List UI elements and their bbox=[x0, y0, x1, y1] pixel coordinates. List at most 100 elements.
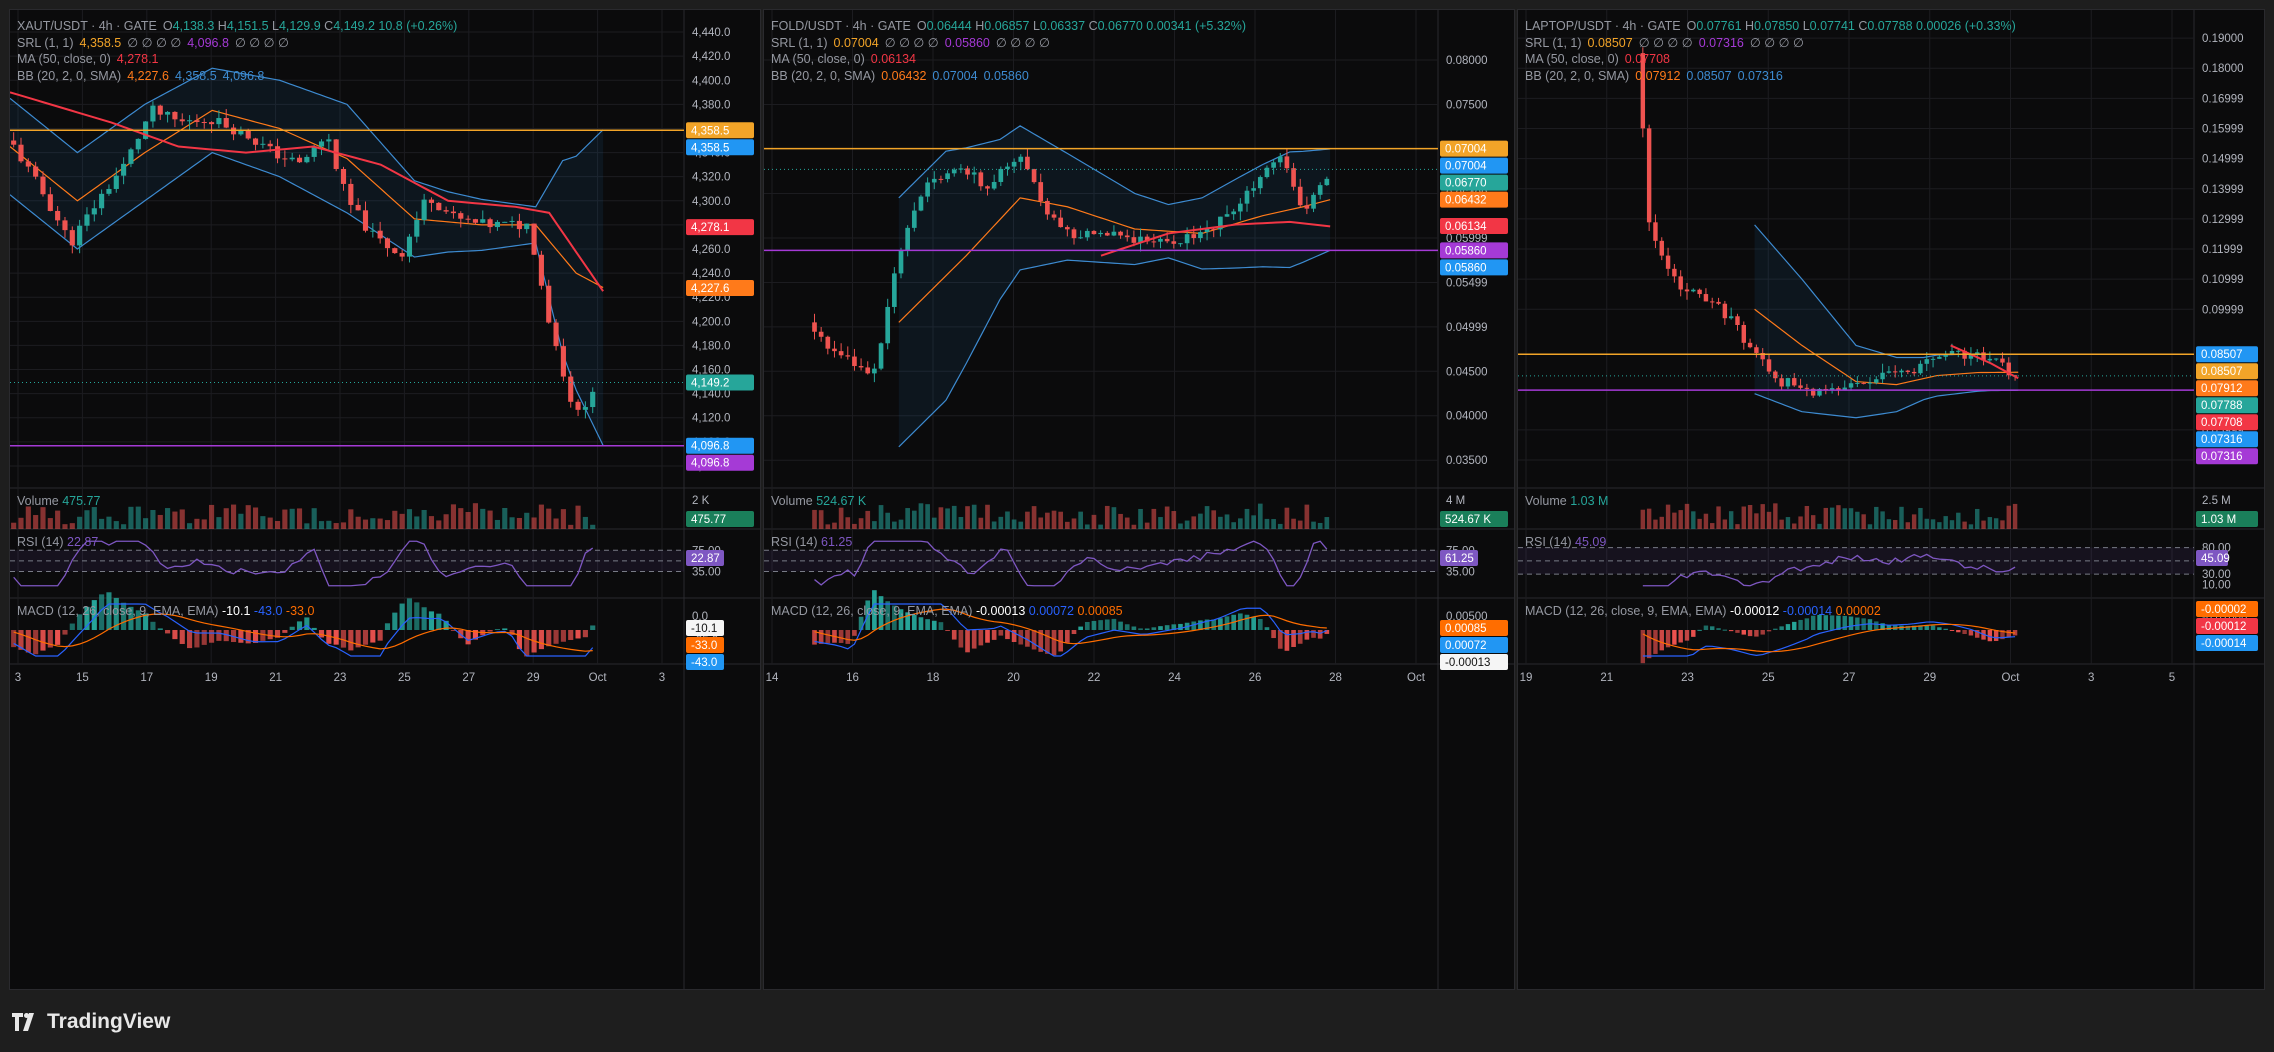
x-tick-label: 26 bbox=[1249, 672, 1262, 684]
symbol-title[interactable]: LAPTOP/USDT · 4h · GATE bbox=[1525, 18, 1681, 35]
legend-ma-row[interactable]: MA (50, close, 0) 0.07708 bbox=[1525, 51, 2016, 68]
x-tick-label: 16 bbox=[846, 672, 859, 684]
volume-bar bbox=[1111, 507, 1117, 529]
candle-body bbox=[1703, 294, 1709, 302]
macd-histogram-bar bbox=[1051, 630, 1057, 656]
volume-bar bbox=[1918, 507, 1923, 529]
candle-body bbox=[348, 183, 354, 205]
y-tick-label: 4,420.0 bbox=[692, 51, 730, 63]
chart-panel-xaut[interactable]: 4,440.04,420.04,400.04,380.04,360.04,340… bbox=[9, 9, 761, 990]
volume-legend[interactable]: Volume 524.67 K bbox=[771, 494, 866, 508]
macd-histogram-bar bbox=[852, 630, 857, 636]
legend-title-row: LAPTOP/USDT · 4h · GATE O0.07761 H0.0785… bbox=[1525, 18, 2016, 35]
macd-histogram-bar bbox=[260, 630, 266, 641]
volume-legend[interactable]: Volume 475.77 bbox=[17, 494, 100, 508]
volume-bar bbox=[209, 504, 215, 529]
macd-legend[interactable]: MACD (12, 26, close, 9, EMA, EMA) -10.1 … bbox=[17, 604, 314, 618]
candle-body bbox=[931, 178, 937, 183]
volume-bar bbox=[1716, 506, 1721, 529]
legend-ma-row[interactable]: MA (50, close, 0) 0.06134 bbox=[771, 51, 1246, 68]
legend-ma-row[interactable]: MA (50, close, 0) 4,278.1 bbox=[17, 51, 457, 68]
candle-body bbox=[825, 336, 831, 349]
volume-bar bbox=[494, 519, 500, 529]
candle-body bbox=[91, 208, 97, 215]
macd-histogram-bar bbox=[1703, 625, 1709, 630]
legend-bb-row[interactable]: BB (20, 2, 0, SMA) 0.07912 0.08507 0.073… bbox=[1525, 68, 2016, 85]
symbol-title[interactable]: XAUT/USDT · 4h · GATE bbox=[17, 18, 157, 35]
macd-histogram-bar bbox=[436, 613, 442, 630]
volume-bar bbox=[1018, 521, 1024, 529]
volume-bar bbox=[377, 518, 383, 529]
x-tick-label: Oct bbox=[1407, 672, 1426, 684]
macd-histogram-bar bbox=[1773, 628, 1778, 630]
volume-bar bbox=[825, 524, 831, 529]
volume-bar bbox=[1131, 524, 1137, 529]
volume-bar bbox=[274, 520, 281, 529]
candle-body bbox=[443, 210, 449, 212]
volume-bar bbox=[252, 507, 259, 529]
volume-bar bbox=[187, 523, 193, 529]
legend-bb-row[interactable]: BB (20, 2, 0, SMA) 4,227.6 4,358.5 4,096… bbox=[17, 68, 457, 85]
macd-histogram-bar bbox=[1158, 626, 1163, 630]
volume-bar bbox=[1823, 507, 1829, 529]
price-label-text: 0.07316 bbox=[2201, 434, 2243, 446]
legend-srl-row[interactable]: SRL (1, 1) 0.07004 ∅ ∅ ∅ ∅ 0.05860 ∅ ∅ ∅… bbox=[771, 35, 1246, 52]
candle-body bbox=[362, 210, 369, 231]
volume-bar bbox=[1665, 504, 1671, 529]
legend-bb-row[interactable]: BB (20, 2, 0, SMA) 0.06432 0.07004 0.058… bbox=[771, 68, 1246, 85]
candle-body bbox=[194, 120, 200, 122]
symbol-title[interactable]: FOLD/USDT · 4h · GATE bbox=[771, 18, 911, 35]
legend-srl-row[interactable]: SRL (1, 1) 4,358.5 ∅ ∅ ∅ ∅ 4,096.8 ∅ ∅ ∅… bbox=[17, 35, 457, 52]
price-label-text: 0.06134 bbox=[1445, 221, 1487, 233]
rsi-legend[interactable]: RSI (14) 61.25 bbox=[771, 535, 852, 549]
volume-legend[interactable]: Volume 1.03 M bbox=[1525, 494, 1608, 508]
candle-body bbox=[1735, 316, 1740, 326]
x-tick-label: 27 bbox=[1843, 672, 1856, 684]
candle-body bbox=[878, 343, 884, 369]
candle-body bbox=[135, 138, 141, 150]
volume-bar bbox=[384, 520, 391, 529]
volume-bar bbox=[143, 518, 149, 529]
volume-bar bbox=[1311, 521, 1316, 529]
rsi-legend[interactable]: RSI (14) 45.09 bbox=[1525, 535, 1606, 549]
macd-legend[interactable]: MACD (12, 26, close, 9, EMA, EMA) -0.000… bbox=[1525, 604, 1881, 618]
macd-histogram-bar bbox=[1943, 628, 1948, 630]
chart-panel-fold[interactable]: 0.080000.075000.064990.059990.054990.049… bbox=[763, 9, 1515, 990]
macd-histogram-bar bbox=[392, 612, 398, 630]
candle-body bbox=[2000, 358, 2005, 363]
y-tick-label: 4,400.0 bbox=[692, 75, 730, 87]
candle-body bbox=[209, 122, 215, 125]
volume-bar bbox=[958, 516, 964, 529]
volume-bar bbox=[25, 506, 31, 529]
macd-label-text: -10.1 bbox=[691, 623, 717, 635]
volume-bar bbox=[1271, 519, 1276, 529]
macd-histogram-bar bbox=[1956, 630, 1961, 633]
volume-bar bbox=[480, 508, 486, 529]
macd-histogram-bar bbox=[546, 630, 552, 647]
volume-bar bbox=[165, 508, 171, 529]
macd-histogram-bar bbox=[1297, 630, 1303, 644]
candle-body bbox=[406, 236, 413, 257]
tradingview-brand[interactable]: TradingView bbox=[12, 1010, 170, 1034]
macd-histogram-bar bbox=[150, 621, 156, 630]
volume-bar bbox=[1968, 524, 1974, 529]
candle-body bbox=[399, 253, 405, 257]
macd-histogram-bar bbox=[978, 630, 984, 646]
macd-legend[interactable]: MACD (12, 26, close, 9, EMA, EMA) -0.000… bbox=[771, 604, 1123, 618]
volume-bar bbox=[1151, 508, 1157, 529]
macd-histogram-bar bbox=[858, 616, 864, 630]
candle-body bbox=[812, 322, 817, 332]
macd-histogram-bar bbox=[362, 630, 369, 645]
macd-histogram-bar bbox=[1131, 626, 1137, 630]
rsi-legend[interactable]: RSI (14) 22.87 bbox=[17, 535, 98, 549]
rsi-y-tick: 35.00 bbox=[1446, 566, 1475, 578]
chart-panel-laptop[interactable]: 0.19000 0.18000 0.16999 0.15999 0.14999 0.139… bbox=[1517, 9, 2265, 990]
volume-bar bbox=[1773, 503, 1778, 529]
legend-srl-row[interactable]: SRL (1, 1) 0.08507 ∅ ∅ ∅ ∅ 0.07316 ∅ ∅ ∅… bbox=[1525, 35, 2016, 52]
y-tick-label: 4,120.0 bbox=[692, 413, 730, 425]
y-tick-label: 0.14999 bbox=[2202, 154, 2244, 166]
macd-histogram-bar bbox=[1728, 630, 1734, 632]
macd-histogram-bar bbox=[1238, 613, 1243, 630]
macd-histogram-bar bbox=[1760, 630, 1765, 635]
candle-body bbox=[1728, 316, 1734, 319]
